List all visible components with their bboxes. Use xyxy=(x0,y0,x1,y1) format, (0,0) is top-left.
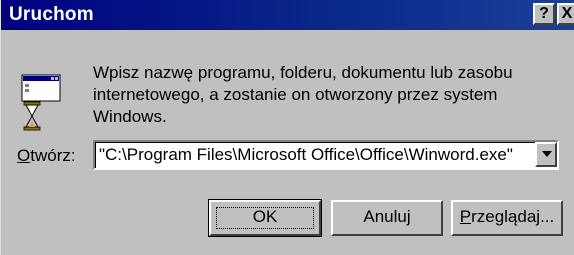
instruction-text: Wpisz nazwę programu, folderu, dokumentu… xyxy=(93,62,563,128)
ok-button[interactable]: OK xyxy=(208,199,322,237)
open-label-accelerator: O xyxy=(17,146,31,165)
ok-button-label: OK xyxy=(252,207,278,226)
open-combobox-value[interactable]: "C:\Program Files\Microsoft Office\Offic… xyxy=(99,145,513,165)
browse-button-accelerator: P xyxy=(459,207,472,226)
dropdown-button[interactable] xyxy=(535,142,557,167)
instruction-line-2: internetowego, a zostanie on otworzony p… xyxy=(93,85,498,126)
open-combobox[interactable]: "C:\Program Files\Microsoft Office\Offic… xyxy=(93,140,559,170)
close-button[interactable]: X xyxy=(557,3,574,25)
dropdown-arrow-icon xyxy=(542,151,552,157)
window-title: Uruchom xyxy=(9,4,94,25)
browse-button[interactable]: Przeglądaj... xyxy=(451,200,563,236)
cancel-button-label: Anuluj xyxy=(363,207,411,226)
run-program-icon xyxy=(21,74,61,131)
run-dialog: Uruchom ? X Wpisz nazwę programu, folder… xyxy=(0,0,574,255)
instruction-line-1: Wpisz nazwę programu, folderu, dokumentu… xyxy=(93,63,513,82)
browse-button-label: rzeglądaj... xyxy=(471,207,555,226)
help-button[interactable]: ? xyxy=(533,3,555,25)
cancel-button[interactable]: Anuluj xyxy=(331,200,443,236)
open-label: Otwórz: xyxy=(17,146,76,166)
title-bar[interactable]: Uruchom ? X xyxy=(1,0,574,30)
open-label-text: twórz: xyxy=(30,146,76,165)
